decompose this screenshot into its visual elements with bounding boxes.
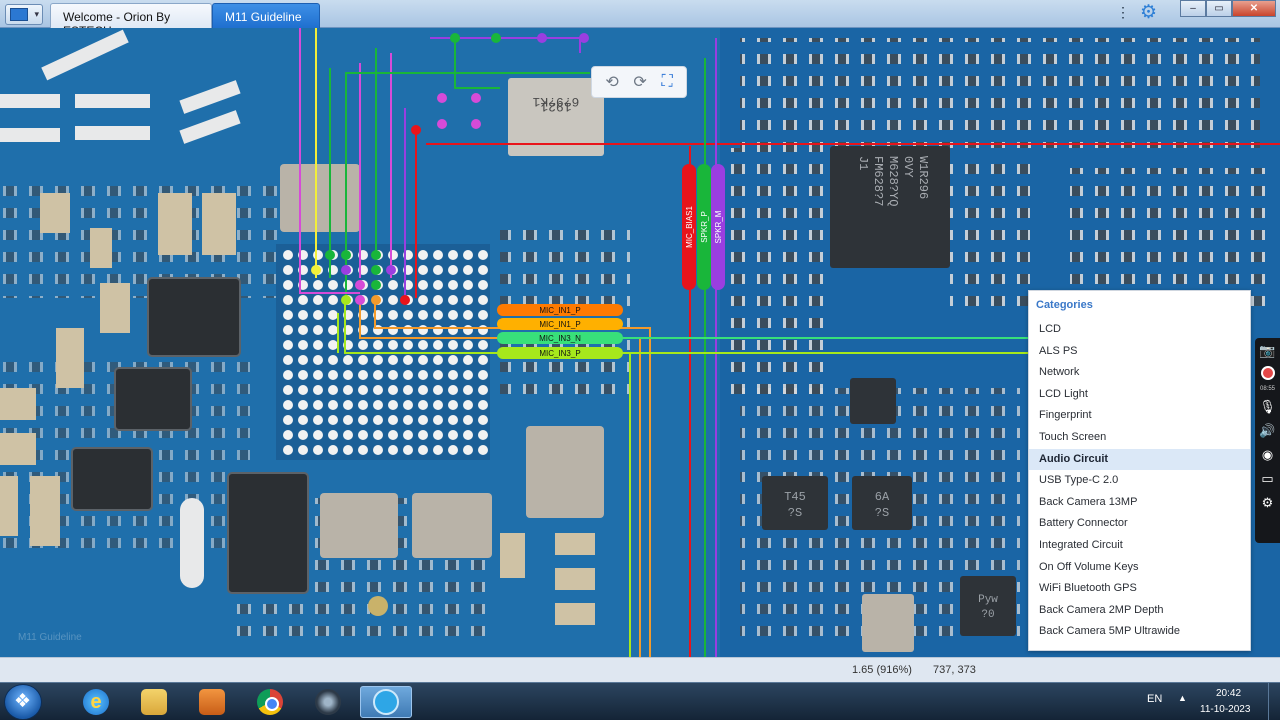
app-menu-button[interactable]: ▾ bbox=[5, 4, 43, 25]
right-chip-marking-2: 0VY bbox=[901, 156, 915, 178]
media-player-icon bbox=[199, 689, 225, 715]
show-desktop-button[interactable] bbox=[1268, 683, 1280, 720]
upper-chip-marking-2: 6?9?K1 bbox=[532, 94, 579, 109]
signal-label-mic-in1-p-a: MIC_IN1_P bbox=[539, 306, 580, 315]
category-item-lcd[interactable]: LCD bbox=[1029, 319, 1250, 341]
category-item-network[interactable]: Network bbox=[1029, 362, 1250, 384]
close-button[interactable]: ✕ bbox=[1232, 0, 1276, 17]
maximize-button[interactable]: ▭ bbox=[1206, 0, 1232, 17]
tray-expand-icon[interactable]: ▲ bbox=[1178, 693, 1187, 703]
rotate-right-icon[interactable]: ⟳ bbox=[633, 72, 646, 92]
zoom-readout: 1.65 (916%) bbox=[852, 664, 912, 676]
orion-app-icon bbox=[373, 689, 399, 715]
chrome-icon bbox=[257, 689, 283, 715]
category-item-fingerprint[interactable]: Fingerprint bbox=[1029, 405, 1250, 427]
gear-icon[interactable]: ⚙ bbox=[1140, 1, 1157, 24]
window-icon[interactable]: ▭ bbox=[1261, 470, 1273, 488]
category-item-touch-screen[interactable]: Touch Screen bbox=[1029, 427, 1250, 449]
small-chip-a-marking-1: T45 bbox=[784, 490, 806, 504]
category-item-als-ps[interactable]: ALS PS bbox=[1029, 341, 1250, 363]
right-chip-marking-4: FM628?7 bbox=[871, 156, 885, 206]
vertical-label-spkr-p: SPKR_P bbox=[700, 211, 709, 243]
window-controls: – ▭ ✕ bbox=[1180, 0, 1276, 17]
taskbar-orion[interactable] bbox=[360, 686, 412, 718]
vertical-label-spkr-m: SPKR_M bbox=[714, 210, 723, 243]
screen-recorder-bar: 📷 08:55 🎙 🔊 ◉ ▭ ⚙ bbox=[1255, 338, 1280, 543]
category-item-lcd-light[interactable]: LCD Light bbox=[1029, 384, 1250, 406]
watermark: M11 Guideline bbox=[18, 632, 82, 643]
category-item-usb-type-c[interactable]: USB Type-C 2.0 bbox=[1029, 470, 1250, 492]
clock-time[interactable]: 20:42 bbox=[1216, 688, 1241, 699]
category-item-on-off-volume-keys[interactable]: On Off Volume Keys bbox=[1029, 557, 1250, 579]
taskbar-chrome[interactable] bbox=[244, 686, 296, 718]
category-item-back-camera-13mp[interactable]: Back Camera 13MP bbox=[1029, 492, 1250, 514]
category-item-back-camera-5mp-ultrawide[interactable]: Back Camera 5MP Ultrawide bbox=[1029, 621, 1250, 643]
language-indicator[interactable]: EN bbox=[1147, 693, 1162, 705]
microphone-icon[interactable]: 🎙 bbox=[1259, 398, 1276, 416]
categories-panel: Categories LCD ALS PS Network LCD Light … bbox=[1028, 290, 1251, 651]
chevron-down-icon: ▾ bbox=[34, 9, 39, 19]
right-chip-marking-5: J1 bbox=[856, 156, 870, 170]
category-item-audio-circuit[interactable]: Audio Circuit bbox=[1029, 448, 1250, 471]
taskbar-camera[interactable] bbox=[302, 686, 354, 718]
internet-explorer-icon: e bbox=[83, 689, 109, 715]
category-item-battery-connector[interactable]: Battery Connector bbox=[1029, 513, 1250, 535]
tab-welcome[interactable]: Welcome - Orion By ESTECH bbox=[50, 3, 212, 38]
signal-label-mic-in1-p-b: MIC_IN1_P bbox=[539, 320, 580, 329]
fit-screen-icon[interactable]: ⛶ bbox=[661, 73, 672, 91]
category-item-integrated-circuit[interactable]: Integrated Circuit bbox=[1029, 535, 1250, 557]
right-chip-marking-3: M628?YQ bbox=[886, 156, 900, 206]
category-item-wifi-bluetooth-gps[interactable]: WiFi Bluetooth GPS bbox=[1029, 578, 1250, 600]
categories-list: LCD ALS PS Network LCD Light Fingerprint… bbox=[1029, 319, 1250, 643]
folder-icon bbox=[141, 689, 167, 715]
small-chip-a-marking-2: ?S bbox=[788, 506, 802, 520]
windows-logo-icon: ❖ bbox=[14, 691, 32, 712]
taskbar: ❖ e EN ▲ 20:42 11-10-2023 bbox=[0, 682, 1280, 720]
taskbar-media-player[interactable] bbox=[186, 686, 238, 718]
recording-time: 08:55 bbox=[1259, 386, 1275, 392]
camera-app-icon bbox=[315, 689, 341, 715]
signal-label-mic-in3-p: MIC_IN3_P bbox=[539, 349, 580, 358]
category-item-back-camera-2mp-depth[interactable]: Back Camera 2MP Depth bbox=[1029, 600, 1250, 622]
app-icon bbox=[10, 8, 28, 21]
camera-icon[interactable]: 📷 bbox=[1259, 342, 1275, 360]
small-chip-b-marking-1: 6A bbox=[875, 490, 890, 504]
minimize-button[interactable]: – bbox=[1180, 0, 1206, 17]
tab-m11-guideline[interactable]: M11 Guideline bbox=[212, 3, 320, 28]
signal-label-mic-in3-n: MIC_IN3_N bbox=[539, 334, 581, 343]
start-button[interactable]: ❖ bbox=[4, 684, 42, 720]
coordinate-readout: 737, 373 bbox=[933, 664, 976, 676]
status-bar: 1.65 (916%) 737, 373 bbox=[0, 657, 1280, 682]
gear-icon[interactable]: ⚙ bbox=[1262, 494, 1274, 512]
vertical-label-mic-bias1: MIC_BIAS1 bbox=[685, 206, 694, 248]
small-chip-b-marking-2: ?S bbox=[875, 506, 889, 520]
view-toolbar: ⟲ ⟳ ⛶ bbox=[591, 66, 687, 98]
rotate-left-icon[interactable]: ⟲ bbox=[605, 72, 618, 92]
more-options-icon[interactable]: ⋮ bbox=[1116, 4, 1130, 21]
small-chip-c-marking-1: Pyw bbox=[978, 594, 998, 606]
record-icon[interactable] bbox=[1260, 366, 1275, 380]
taskbar-internet-explorer[interactable]: e bbox=[70, 686, 122, 718]
small-chip-c-marking-2: ?0 bbox=[981, 609, 994, 621]
webcam-icon[interactable]: ◉ bbox=[1262, 446, 1273, 464]
categories-title: Categories bbox=[1036, 299, 1093, 311]
speaker-icon[interactable]: 🔊 bbox=[1259, 422, 1275, 440]
clock-date[interactable]: 11-10-2023 bbox=[1200, 704, 1250, 715]
title-bar: ▾ Welcome - Orion By ESTECH M11 Guidelin… bbox=[0, 0, 1280, 38]
right-chip-marking-1: W1R296 bbox=[916, 156, 930, 199]
taskbar-file-explorer[interactable] bbox=[128, 686, 180, 718]
